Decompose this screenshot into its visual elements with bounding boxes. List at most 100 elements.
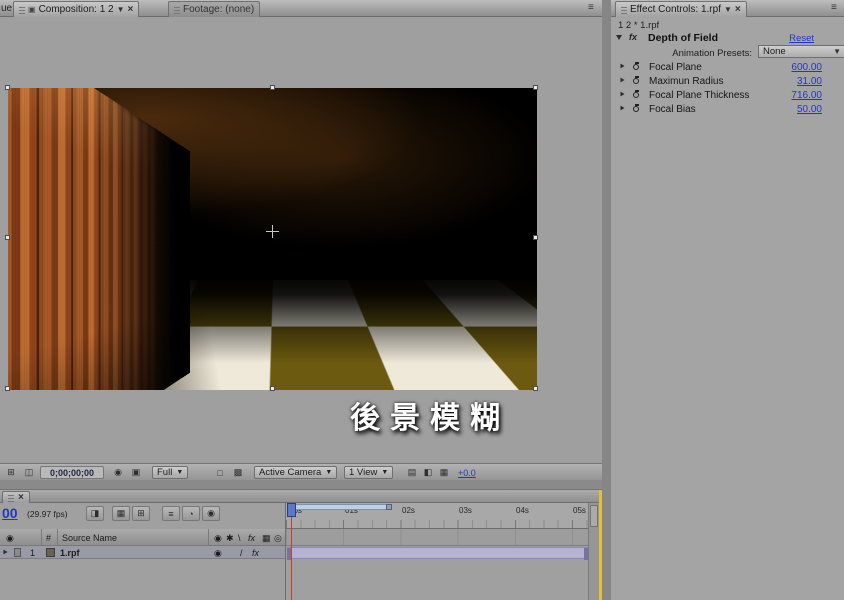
switch-quality-icon: \	[238, 533, 241, 543]
param-row-focal-plane-thickness: Focal Plane Thickness 716.00	[611, 88, 844, 102]
timeline-column-headers: ◉ # Source Name ◉ ✱ \ fx ▦ ◎	[0, 529, 285, 546]
timeline-current-time[interactable]: 00	[2, 505, 18, 521]
current-time-line[interactable]	[291, 517, 292, 600]
panel-menu-icon[interactable]: ≡	[588, 2, 594, 13]
frame-handle[interactable]	[5, 235, 10, 240]
twirl-icon[interactable]	[621, 78, 625, 83]
param-value-link[interactable]: 600.00	[791, 62, 822, 73]
work-area-bar[interactable]	[288, 504, 392, 510]
tab-effect-controls[interactable]: Effect Controls: 1.rpf ▼ ×	[615, 1, 747, 17]
layer-row[interactable]: 1 1.rpf ◉ / fx	[0, 546, 285, 559]
frame-handle[interactable]	[533, 386, 538, 391]
twirl-icon[interactable]	[621, 92, 625, 97]
twirl-icon[interactable]	[621, 106, 625, 111]
effect-header-row: fx Depth of Field Reset	[611, 31, 844, 45]
comp-view[interactable]	[8, 88, 537, 390]
current-time-indicator[interactable]	[287, 503, 296, 517]
timeline-tab[interactable]: ×	[2, 491, 30, 503]
param-value-link[interactable]: 716.00	[791, 90, 822, 101]
panel-menu-icon[interactable]: ≡	[831, 2, 837, 13]
frame-handle[interactable]	[533, 85, 538, 90]
tab-footage[interactable]: Footage: (none)	[168, 1, 260, 17]
close-icon[interactable]: ×	[735, 5, 741, 15]
fast-preview-icon[interactable]: ◧	[420, 466, 436, 479]
show-snapshot-icon[interactable]: ▣	[128, 466, 144, 479]
timeline-graph-area[interactable]: 00s 01s 02s 03s 04s 05s	[285, 503, 588, 600]
layer-duration-bar[interactable]	[287, 547, 588, 559]
pixel-aspect-icon[interactable]: ▤	[404, 466, 420, 479]
grid-guides-icon[interactable]: ⊞	[3, 466, 19, 479]
roi-icon[interactable]: □	[212, 466, 228, 479]
frame-handle[interactable]	[270, 386, 275, 391]
param-value-link[interactable]: 31.00	[797, 76, 822, 87]
tab-composition[interactable]: ▣ Composition: 1 2 ▼ ×	[13, 1, 139, 17]
work-area-end-handle[interactable]	[386, 504, 392, 510]
clipped-tab[interactable]: ue	[1, 3, 12, 14]
panel-gutter[interactable]	[602, 0, 611, 600]
frame-handle[interactable]	[5, 386, 10, 391]
timeline-panel: × 00 (29.97 fps) ◨ ▦ ⊞ ≡ ◔ ◉ ◉ # Source …	[0, 489, 602, 600]
layer-fx-icon[interactable]: fx	[252, 548, 259, 558]
param-name: Focal Bias	[649, 104, 696, 115]
view-layout-dropdown[interactable]: 1 View ▼	[344, 466, 393, 479]
comp-mini-flowchart-icon[interactable]: ◨	[86, 506, 104, 521]
ruler-label: 05s	[573, 506, 586, 515]
frame-handle[interactable]	[533, 235, 538, 240]
composition-tab-bar: ue ▣ Composition: 1 2 ▼ × Footage: (none…	[0, 0, 602, 17]
stopwatch-icon[interactable]	[633, 62, 641, 71]
close-icon[interactable]: ×	[18, 493, 24, 503]
mask-visibility-icon[interactable]: ◫	[21, 466, 37, 479]
left-area: ue ▣ Composition: 1 2 ▼ × Footage: (none…	[0, 0, 602, 600]
stopwatch-icon[interactable]	[633, 104, 641, 113]
wall-depth-fade	[8, 88, 190, 390]
frame-handle[interactable]	[5, 85, 10, 90]
chevron-down-icon[interactable]: ▼	[724, 6, 732, 14]
layer-video-icon[interactable]: ◉	[214, 548, 222, 559]
panel-gutter[interactable]	[0, 480, 602, 489]
snapshot-icon[interactable]: ◉	[110, 466, 126, 479]
camera-dropdown[interactable]: Active Camera ▼	[254, 466, 337, 479]
draft3d-icon[interactable]: ▦	[112, 506, 130, 521]
param-value-link[interactable]: 50.00	[797, 104, 822, 115]
twirl-down-icon[interactable]	[616, 35, 622, 40]
stopwatch-icon[interactable]	[633, 90, 641, 99]
graph-editor-icon[interactable]: ◉	[202, 506, 220, 521]
switch-motionblur-icon: ◎	[274, 533, 282, 544]
twirl-icon[interactable]	[4, 550, 8, 555]
label-color-chip[interactable]	[14, 548, 21, 557]
video-column-icon[interactable]: ◉	[6, 533, 14, 544]
tab-composition-label: Composition: 1 2	[39, 4, 114, 15]
switch-frameblend-icon: ▦	[262, 533, 271, 544]
animation-presets-label: Animation Presets:	[672, 48, 752, 59]
layer-name[interactable]: 1.rpf	[60, 548, 80, 558]
close-icon[interactable]: ×	[128, 5, 134, 15]
layer-anchor-crosshair[interactable]	[266, 225, 279, 238]
effect-name[interactable]: Depth of Field	[648, 32, 718, 44]
effect-target-row: 1 2 * 1.rpf	[611, 17, 844, 31]
reset-link[interactable]: Reset	[789, 33, 814, 44]
brainstorm-icon[interactable]: ◔	[182, 506, 200, 521]
param-name: Focal Plane	[649, 62, 702, 73]
timeline-scrollbar[interactable]	[588, 503, 599, 600]
scrollbar-thumb[interactable]	[590, 505, 598, 527]
exposure-value[interactable]: +0.0	[458, 468, 476, 478]
flowchart-icon[interactable]: ▦	[436, 466, 452, 479]
after-effects-window: ue ▣ Composition: 1 2 ▼ × Footage: (none…	[0, 0, 844, 600]
column-source-name[interactable]: Source Name	[62, 533, 117, 543]
panel-grip-icon	[174, 5, 180, 14]
comp-timecode-field[interactable]: 0;00;00;00	[40, 466, 104, 479]
stopwatch-icon[interactable]	[633, 76, 641, 85]
chevron-down-icon[interactable]: ▼	[117, 6, 125, 14]
graph-header-strip	[286, 529, 589, 546]
column-index[interactable]: #	[46, 533, 51, 543]
frame-blend-icon[interactable]: ⊞	[132, 506, 150, 521]
time-ruler[interactable]: 00s 01s 02s 03s 04s 05s	[286, 503, 589, 529]
magnification-dropdown[interactable]: Full ▼	[152, 466, 188, 479]
animation-presets-dropdown[interactable]: None ▼	[758, 45, 844, 58]
footage-icon	[46, 548, 55, 557]
transparency-grid-icon[interactable]: ▩	[230, 466, 246, 479]
twirl-icon[interactable]	[621, 64, 625, 69]
motion-blur-icon[interactable]: ≡	[162, 506, 180, 521]
layer-quality-icon[interactable]: /	[240, 548, 243, 558]
frame-handle[interactable]	[270, 85, 275, 90]
